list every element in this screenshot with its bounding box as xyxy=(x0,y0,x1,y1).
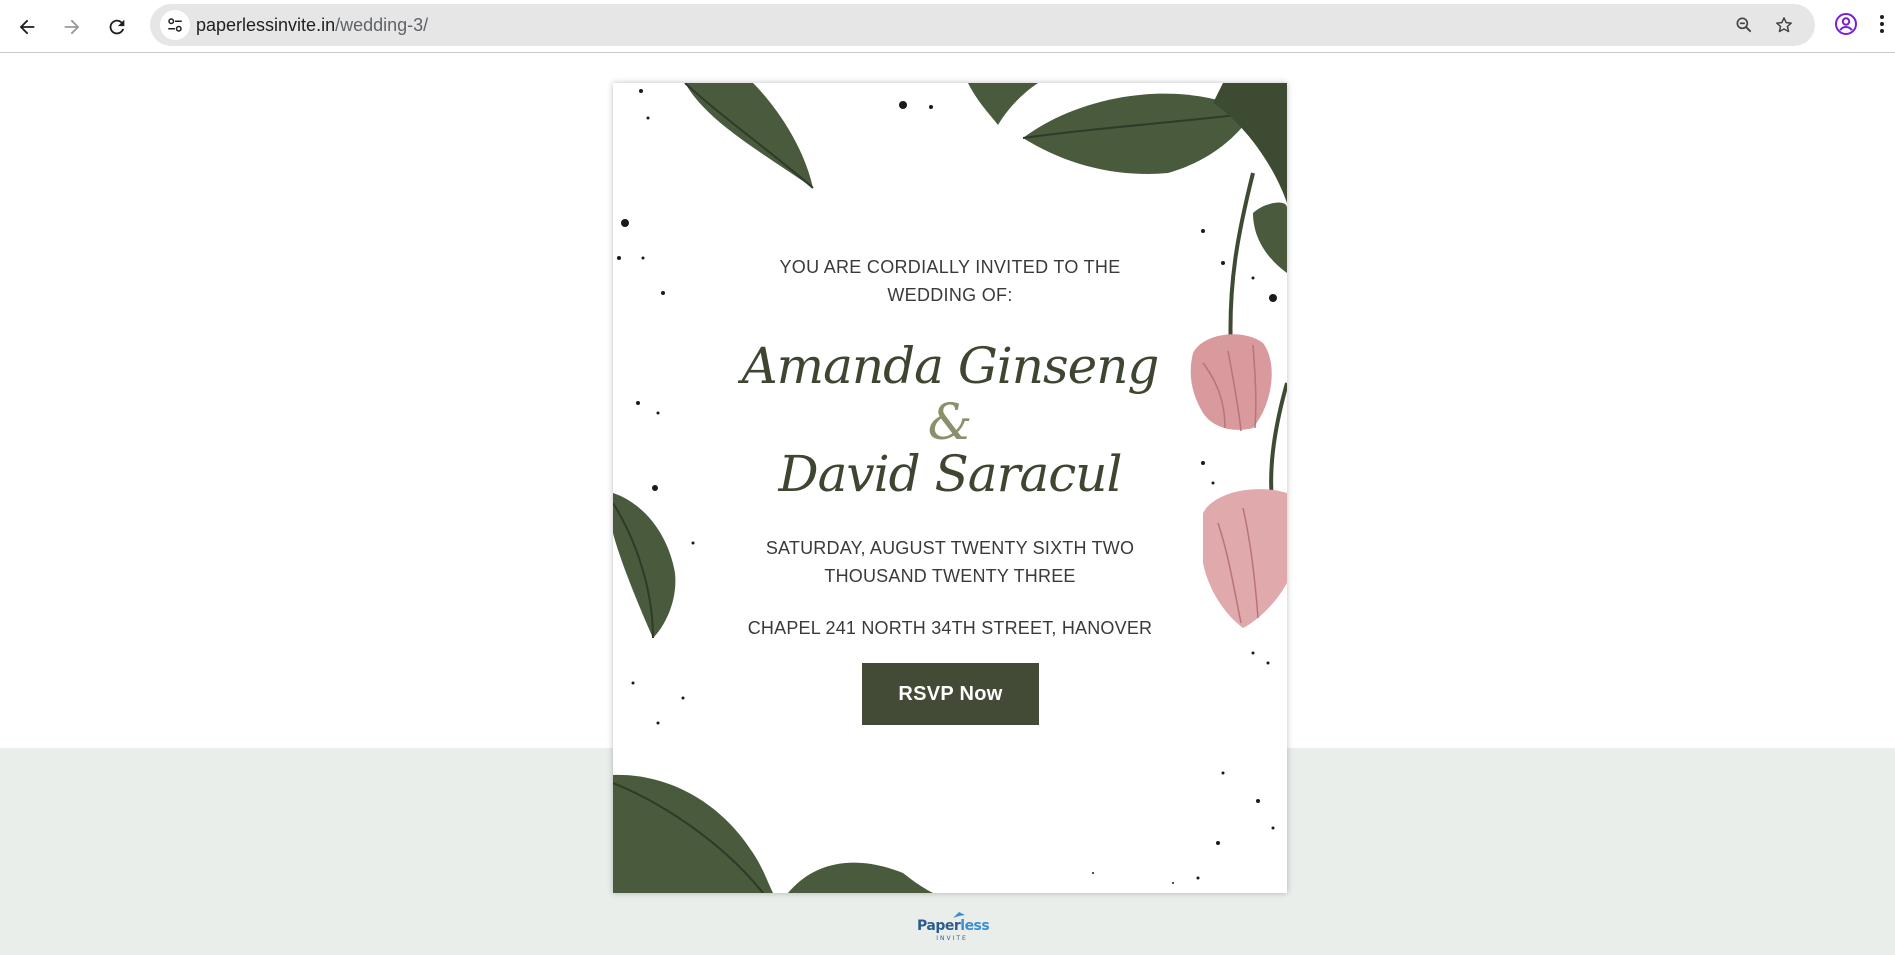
zoom-button[interactable] xyxy=(1732,13,1756,37)
wedding-date: SATURDAY, AUGUST TWENTY SIXTH TWO THOUSA… xyxy=(765,538,1135,586)
brand-subtext: INVITE xyxy=(936,935,968,942)
reload-button[interactable] xyxy=(100,10,134,44)
brand-accent-text: less xyxy=(960,918,990,934)
site-info-button[interactable] xyxy=(160,10,190,40)
bookmark-button[interactable] xyxy=(1772,13,1796,37)
forward-button[interactable] xyxy=(55,10,89,44)
more-vertical-icon[interactable] xyxy=(1876,12,1888,36)
invitation-card: YOU ARE CORDIALLY INVITED TO THE WEDDING… xyxy=(613,83,1287,893)
zoom-out-icon xyxy=(1736,17,1752,33)
brand-wordmark: Paperless xyxy=(917,918,990,934)
rsvp-button[interactable]: RSVP Now xyxy=(862,663,1039,725)
arrow-right-icon xyxy=(64,19,80,35)
brand-main-text: Paper xyxy=(917,918,961,934)
account-circle-icon[interactable] xyxy=(1834,12,1858,36)
arrow-left-icon xyxy=(19,19,35,35)
browser-toolbar: paperlessinvite.in/wedding-3/ xyxy=(0,0,1895,53)
bride-name: Amanda Ginseng xyxy=(741,337,1160,395)
page-content: YOU ARE CORDIALLY INVITED TO THE WEDDING… xyxy=(0,53,1895,955)
reload-icon xyxy=(109,19,125,35)
paperless-invite-logo[interactable]: Paperless INVITE xyxy=(917,912,990,944)
ampersand: & xyxy=(927,393,973,451)
address-bar[interactable]: paperlessinvite.in/wedding-3/ xyxy=(150,4,1815,46)
back-button[interactable] xyxy=(10,10,44,44)
star-icon xyxy=(1776,17,1792,33)
url-text[interactable]: paperlessinvite.in/wedding-3/ xyxy=(196,15,428,36)
url-domain: paperlessinvite.in xyxy=(196,15,336,35)
url-path: /wedding-3/ xyxy=(335,15,429,35)
tune-icon xyxy=(168,18,182,32)
groom-name: David Saracul xyxy=(778,445,1122,503)
invitation-lead-text: YOU ARE CORDIALLY INVITED TO THE WEDDING… xyxy=(779,257,1121,305)
wedding-venue: CHAPEL 241 NORTH 34TH STREET, HANOVER xyxy=(747,618,1153,638)
